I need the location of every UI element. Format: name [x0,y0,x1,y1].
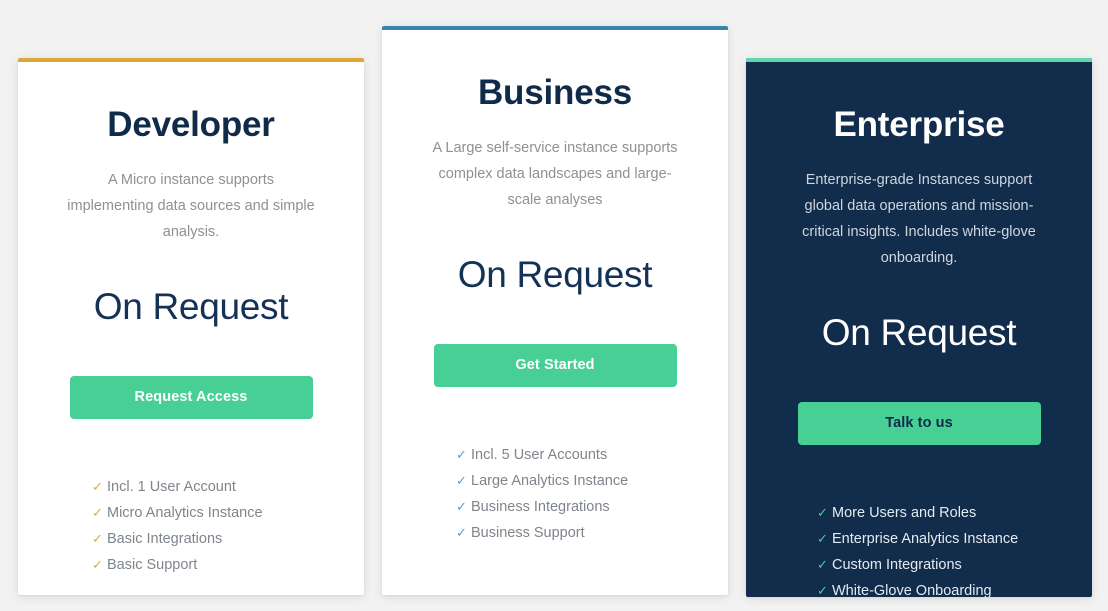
feature-label: Incl. 5 User Accounts [471,447,608,464]
check-icon: ✓ [92,479,103,495]
list-item: ✓ Incl. 1 User Account [92,474,340,500]
list-item: ✓ Custom Integrations [817,552,1068,578]
list-item: ✓ White-Glove Onboarding [817,578,1068,597]
plan-description: Enterprise-grade Instances support globa… [802,171,1036,266]
check-icon: ✓ [817,583,828,597]
check-icon: ✓ [817,531,828,547]
check-icon: ✓ [456,525,467,541]
pricing-card-enterprise[interactable]: Enterprise Enterprise-grade Instances su… [746,58,1092,597]
feature-label: Enterprise Analytics Instance [832,531,1019,548]
pricing-card-business[interactable]: Business A Large self-service instance s… [382,26,728,595]
feature-label: Large Analytics Instance [471,473,629,490]
feature-label: Custom Integrations [832,557,962,574]
talk-to-us-button[interactable]: Talk to us [797,402,1041,446]
feature-list: ✓ Incl. 1 User Account ✓ Micro Analytics… [42,474,340,578]
request-access-button[interactable]: Request Access [69,376,313,420]
check-icon: ✓ [92,557,103,573]
check-icon: ✓ [817,557,828,573]
feature-label: Basic Support [107,557,198,574]
list-item: ✓ Enterprise Analytics Instance [817,526,1068,552]
card-accent-bar [382,26,728,30]
feature-label: Incl. 1 User Account [107,479,236,496]
feature-label: More Users and Roles [832,505,977,522]
feature-list: ✓ More Users and Roles ✓ Enterprise Anal… [770,500,1068,597]
check-icon: ✓ [456,447,467,463]
list-item: ✓ Basic Support [92,552,340,578]
card-accent-bar [18,58,364,62]
feature-list: ✓ Incl. 5 User Accounts ✓ Large Analytic… [406,442,704,546]
plan-description: A Micro instance supports implementing d… [67,171,315,240]
plan-title: Business [477,73,633,112]
feature-label: Micro Analytics Instance [107,505,263,522]
pricing-card-developer[interactable]: Developer A Micro instance supports impl… [18,58,364,595]
get-started-button[interactable]: Get Started [433,344,677,388]
list-item: ✓ Micro Analytics Instance [92,500,340,526]
plan-title: Enterprise [833,105,1005,144]
pricing-plans-section: Developer A Micro instance supports impl… [0,0,1108,611]
card-accent-bar [746,58,1092,62]
plan-price: On Request [457,253,653,295]
feature-label: Business Integrations [471,499,610,516]
list-item: ✓ Incl. 5 User Accounts [456,442,704,468]
check-icon: ✓ [456,473,467,489]
list-item: ✓ Business Support [456,520,704,546]
plan-title: Developer [107,105,275,144]
list-item: ✓ Basic Integrations [92,526,340,552]
check-icon: ✓ [456,499,467,515]
feature-label: White-Glove Onboarding [832,583,992,597]
plan-price: On Request [93,285,289,327]
list-item: ✓ More Users and Roles [817,500,1068,526]
plan-description: A Large self-service instance supports c… [432,139,678,208]
check-icon: ✓ [817,505,828,521]
feature-label: Basic Integrations [107,531,223,548]
list-item: ✓ Business Integrations [456,494,704,520]
check-icon: ✓ [92,505,103,521]
plan-price: On Request [821,311,1017,353]
list-item: ✓ Large Analytics Instance [456,468,704,494]
feature-label: Business Support [471,525,585,542]
check-icon: ✓ [92,531,103,547]
